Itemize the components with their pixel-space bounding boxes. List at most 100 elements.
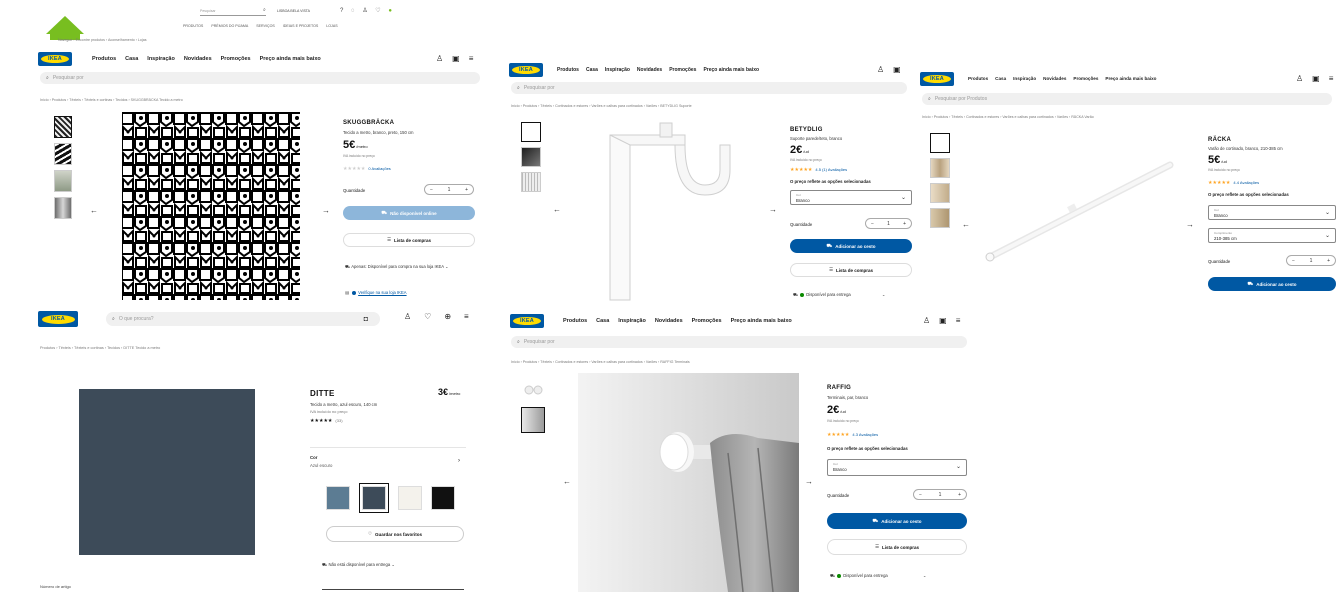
unavailable-button[interactable]: ⛟ Não disponível online <box>343 206 475 220</box>
chevron-right-icon[interactable]: › <box>458 458 460 464</box>
rating-stars[interactable]: ★★★★★ 4.4 Avaliações <box>1208 180 1259 186</box>
thumbnail-1[interactable] <box>930 133 950 153</box>
thumbnail-3[interactable] <box>521 172 541 192</box>
arrow-left-icon[interactable]: ← <box>563 477 571 486</box>
cart-icon[interactable]: ▣ <box>939 316 947 325</box>
quantity-stepper[interactable]: − 1 + <box>1286 255 1336 266</box>
nav-item-inspiracao[interactable]: Inspiração <box>605 67 630 73</box>
menu-icon[interactable]: ≡ <box>956 316 961 325</box>
nav-item-promocoes[interactable]: Promoções <box>1073 76 1098 81</box>
nav-item-casa[interactable]: Casa <box>586 67 598 73</box>
bag-icon[interactable]: ⊕ <box>444 312 451 321</box>
search-icon[interactable]: ⌕ <box>263 7 266 13</box>
search-bar[interactable]: ⌕ Pesquisar por <box>511 82 907 94</box>
reviews-link[interactable]: (33) <box>335 418 342 423</box>
plus-icon[interactable]: + <box>958 492 961 498</box>
color-swatch-dark-blue[interactable] <box>359 483 389 513</box>
reviews-link[interactable]: 0 Avaliações <box>368 166 390 171</box>
search-bar[interactable]: ⌕ Pesquisar por <box>40 72 480 84</box>
plus-icon[interactable]: + <box>903 221 906 227</box>
nav-item-inspiracao[interactable]: Inspiração <box>1013 76 1036 81</box>
nav-item-novidades[interactable]: Novidades <box>1043 76 1066 81</box>
color-select[interactable]: Cor Branco ⌄ <box>827 459 967 476</box>
minus-icon[interactable]: − <box>430 187 433 193</box>
color-swatch-white[interactable] <box>398 486 422 510</box>
color-swatch-blue-grey[interactable] <box>326 486 350 510</box>
user-icon[interactable]: ♙ <box>1296 74 1303 83</box>
nav-item-casa[interactable]: Casa <box>995 76 1006 81</box>
nav-item-novidades[interactable]: Novidades <box>655 318 683 324</box>
arrow-right-icon[interactable]: → <box>805 477 813 486</box>
store-check[interactable]: ▤ Verifique na sua loja IKEA <box>345 290 407 295</box>
nav-item-promocoes[interactable]: Promoções <box>221 56 251 62</box>
delivery-info[interactable]: ⛟ Disponível para entrega ⌄ <box>793 292 885 298</box>
arrow-right-icon[interactable]: → <box>1186 220 1194 229</box>
search-bar[interactable]: ⌕ Pesquisar por Produtos <box>922 93 1332 105</box>
shopping-list-button[interactable]: ☰ Lista de compras <box>790 263 912 277</box>
heart-icon[interactable]: ♡ <box>424 312 431 321</box>
nav-item-novidades[interactable]: Novidades <box>184 56 212 62</box>
reviews-link[interactable]: 4.4 Avaliações <box>1233 180 1259 185</box>
ikea-logo[interactable]: IKEA <box>920 72 954 86</box>
leroy-header-icons[interactable]: ? ◌ ♙ ♡ ● <box>340 7 395 14</box>
nav-item-inspiracao[interactable]: Inspiração <box>147 56 175 62</box>
minus-icon[interactable]: − <box>1292 258 1295 264</box>
arrow-left-icon[interactable]: ← <box>553 205 561 214</box>
nav-item-casa[interactable]: Casa <box>125 56 138 62</box>
nav-item-produtos[interactable]: Produtos <box>968 76 988 81</box>
plus-icon[interactable]: + <box>465 187 468 193</box>
arrow-left-icon[interactable]: ← <box>962 220 970 229</box>
thumbnail-3[interactable] <box>54 170 72 192</box>
color-swatch-black[interactable] <box>431 486 455 510</box>
ikea-logo[interactable]: IKEA <box>509 63 543 77</box>
leroy-nav-item[interactable]: LOJAS <box>326 24 337 28</box>
arrow-right-icon[interactable]: → <box>769 205 777 214</box>
nav-item-promocoes[interactable]: Promoções <box>692 318 722 324</box>
user-icon[interactable]: ♙ <box>877 65 884 74</box>
nav-item-produtos[interactable]: Produtos <box>557 67 579 73</box>
cart-icon[interactable]: ▣ <box>452 54 460 63</box>
leroy-nav-item[interactable]: SERVIÇOS <box>256 24 275 28</box>
leroy-nav-item[interactable]: IDEIAS E PROJETOS <box>283 24 318 28</box>
color-select[interactable]: Cor Branco ⌄ <box>790 190 912 205</box>
search-bar[interactable]: ⌕ O que procura? ◘ <box>106 312 380 326</box>
menu-icon[interactable]: ≡ <box>1329 74 1334 83</box>
rating-stars[interactable]: ★★★★★ 4.3 Avaliações <box>827 432 878 438</box>
cart-icon[interactable]: ▣ <box>893 65 901 74</box>
user-icon[interactable]: ♙ <box>923 316 930 325</box>
plus-icon[interactable]: + <box>1327 258 1330 264</box>
thumbnail-2[interactable] <box>54 143 72 165</box>
nav-item-produtos[interactable]: Produtos <box>92 56 116 62</box>
nav-item-casa[interactable]: Casa <box>596 318 609 324</box>
delivery-info[interactable]: ⛟ Não está disponível para entrega ⌄ <box>322 562 395 568</box>
thumbnail-4[interactable] <box>930 208 950 228</box>
arrow-left-icon[interactable]: ← <box>90 206 98 215</box>
color-select[interactable]: Cor Branco ⌄ <box>1208 205 1336 220</box>
nav-item-preco-baixo[interactable]: Preço ainda mais baixo <box>703 67 759 73</box>
quantity-stepper[interactable]: − 1 + <box>913 489 967 500</box>
quantity-stepper[interactable]: − 1 + <box>865 218 912 229</box>
ikea-logo[interactable]: IKEA <box>38 52 72 66</box>
ikea-logo[interactable]: IKEA <box>38 311 78 327</box>
add-to-cart-button[interactable]: ⛟ Adicionar ao cesto <box>1208 277 1336 291</box>
delivery-info[interactable]: ⛟ Disponível para entrega ⌄ <box>830 573 926 579</box>
thumbnail-1[interactable] <box>54 116 72 138</box>
menu-icon[interactable]: ≡ <box>464 312 469 321</box>
thumbnail-2[interactable] <box>930 158 950 178</box>
nav-item-preco-baixo[interactable]: Preço ainda mais baixo <box>731 318 792 324</box>
reviews-link[interactable]: 4.3 Avaliações <box>852 432 878 437</box>
minus-icon[interactable]: − <box>871 221 874 227</box>
length-select[interactable]: Comprimento 210-385 cm ⌄ <box>1208 228 1336 243</box>
user-icon[interactable]: ♙ <box>436 54 443 63</box>
search-bar[interactable]: ⌕ Pesquisar por <box>511 336 967 348</box>
menu-icon[interactable]: ≡ <box>469 54 474 63</box>
add-to-favourites-button[interactable]: ♡ Guardar nos favoritos <box>326 526 464 542</box>
stock-info[interactable]: ⛟ Apenas: Disponível para compra na sua … <box>345 264 449 270</box>
arrow-right-icon[interactable]: → <box>322 206 330 215</box>
nav-item-promocoes[interactable]: Promoções <box>669 67 696 73</box>
rating-stars[interactable]: ★★★★★ 0 Avaliações <box>343 166 391 172</box>
add-to-cart-button[interactable]: ⛟ Adicionar ao cesto <box>790 239 912 253</box>
camera-icon[interactable]: ◘ <box>364 316 368 323</box>
thumbnail-2[interactable] <box>521 407 545 433</box>
minus-icon[interactable]: − <box>919 492 922 498</box>
